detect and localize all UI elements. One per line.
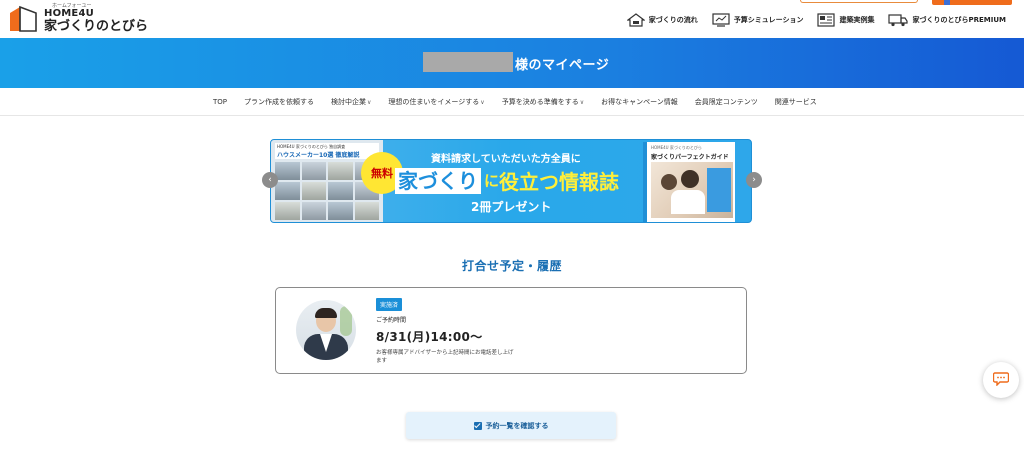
topnav-label: 家づくりの流れ — [648, 16, 698, 24]
door-logo-icon — [8, 5, 38, 33]
facebook-icon — [944, 0, 950, 5]
subnav-item-member-content[interactable]: 会員限定コンテンツ — [695, 97, 758, 107]
checkbox-icon — [473, 421, 482, 430]
monitor-icon — [712, 13, 730, 27]
site-logo[interactable]: ホームフォーユー HOME4U 家づくりのとびら — [8, 4, 148, 33]
appointment-time: 8/31(月)14:00〜 — [376, 330, 483, 344]
page-title: 様のマイページ — [515, 58, 610, 73]
slide-headline: 資料請求していただいた方全員に — [431, 154, 581, 165]
topnav-item-examples[interactable]: 建築実例集 — [817, 13, 874, 27]
guidebook-cover: HOME4U 家づくりのとびら 家づくりパーフェクトガイド — [643, 142, 735, 222]
sub-nav: TOP プラン作成を依頼する 検討中企業 ∨ 理想の住まいをイメージする ∨ 予算を… — [0, 88, 1024, 116]
slide-subcopy: 2冊プレゼント — [471, 200, 552, 214]
topnav-label: 建築実例集 — [839, 16, 875, 24]
subnav-label: TOP — [213, 98, 228, 106]
chevron-down-icon: ∨ — [367, 98, 372, 106]
header-cta-filled[interactable] — [932, 0, 1012, 5]
slide-left-small: HOME4U 家づくりのとびら 独自調査 — [277, 144, 346, 149]
book-title: 家づくりパーフェクトガイド — [651, 154, 729, 161]
slide-copy-a: 家づくり — [395, 167, 481, 194]
subnav-label: 理想の住まいをイメージする — [388, 98, 480, 106]
mypage-hero: 様のマイページ — [0, 38, 1024, 88]
status-badge: 実施済 — [376, 298, 403, 311]
appointment-card: 実施済 ご予約時間 8/31(月)14:00〜 お客様専属アドバイザーから上記時… — [275, 287, 747, 374]
appointment-label: ご予約時間 — [376, 317, 407, 324]
truck-icon — [888, 13, 909, 27]
catalog-icon — [817, 13, 836, 27]
chevron-left-icon: ‹ — [268, 175, 272, 185]
carousel-next-button[interactable]: › — [746, 172, 762, 188]
subnav-label: 検討中企業 — [331, 98, 367, 106]
top-nav: 家づくりの流れ 予算シミュレーション 建築実例集 家づくりのとびらPREMIUM — [626, 13, 1006, 27]
header-cta-outline[interactable] — [800, 0, 918, 3]
slide-copy-c: 役立つ情報誌 — [499, 170, 620, 194]
subnav-item-budget-prep[interactable]: 予算を決める準備をする ∨ — [502, 97, 584, 107]
site-header: ホームフォーユー HOME4U 家づくりのとびら 家づくりの流れ 予算シミュレー… — [0, 0, 1024, 38]
chevron-down-icon: ∨ — [480, 98, 485, 106]
slide-copy-b: に — [484, 172, 500, 190]
slide-left-title: ハウスメーカー10選 徹底解説 — [277, 152, 360, 159]
subnav-item-campaigns[interactable]: お得なキャンペーン情報 — [601, 97, 678, 107]
slide-main-copy: 家づくり に 役立つ情報誌 — [395, 166, 619, 195]
topnav-item-premium[interactable]: 家づくりのとびらPREMIUM — [888, 13, 1006, 27]
house-icon — [626, 13, 645, 27]
subnav-item-companies[interactable]: 検討中企業 ∨ — [331, 97, 371, 107]
subnav-label: 予算を決める準備をする — [501, 98, 579, 106]
subnav-label: 会員限定コンテンツ — [694, 98, 758, 106]
logo-brand: HOME4U — [44, 8, 94, 19]
subnav-label: プラン作成を依頼する — [244, 98, 315, 106]
view-reservations-label: 予約一覧を確認する — [485, 421, 549, 430]
appointment-note: お客様専属アドバイザーから上記時間にお電話差し上げます — [376, 350, 514, 364]
section-title-appointments: 打合せ予定・履歴 — [461, 259, 562, 273]
logo-name: 家づくりのとびら — [44, 19, 149, 34]
advisor-avatar — [296, 300, 356, 360]
redacted-user-name — [423, 52, 513, 72]
topnav-item-flow[interactable]: 家づくりの流れ — [626, 13, 698, 27]
subnav-item-top[interactable]: TOP — [213, 97, 227, 107]
subnav-label: お得なキャンペーン情報 — [601, 98, 678, 106]
topnav-item-budget[interactable]: 予算シミュレーション — [712, 13, 804, 27]
subnav-label: 関連サービス — [774, 98, 817, 106]
book-brand: HOME4U 家づくりのとびら — [651, 145, 702, 150]
topnav-label: 家づくりのとびらPREMIUM — [912, 16, 1006, 24]
family-photo — [651, 162, 733, 218]
chat-bubble-icon — [992, 371, 1010, 390]
chat-button[interactable] — [983, 362, 1019, 398]
subnav-item-request-plan[interactable]: プラン作成を依頼する — [244, 97, 314, 107]
carousel-prev-button[interactable]: ‹ — [262, 172, 278, 188]
promo-carousel: HOME4U 家づくりのとびら 独自調査 ハウスメーカー10選 徹底解説 無料 … — [262, 139, 762, 223]
chevron-right-icon: › — [752, 175, 756, 185]
subnav-item-related[interactable]: 関連サービス — [775, 97, 817, 107]
subnav-item-ideal-home[interactable]: 理想の住まいをイメージする ∨ — [388, 97, 484, 107]
view-reservations-button[interactable]: 予約一覧を確認する — [406, 412, 616, 439]
chevron-down-icon: ∨ — [579, 98, 585, 106]
topnav-label: 予算シミュレーション — [733, 16, 804, 24]
promo-slide[interactable]: HOME4U 家づくりのとびら 独自調査 ハウスメーカー10選 徹底解説 無料 … — [270, 139, 752, 223]
